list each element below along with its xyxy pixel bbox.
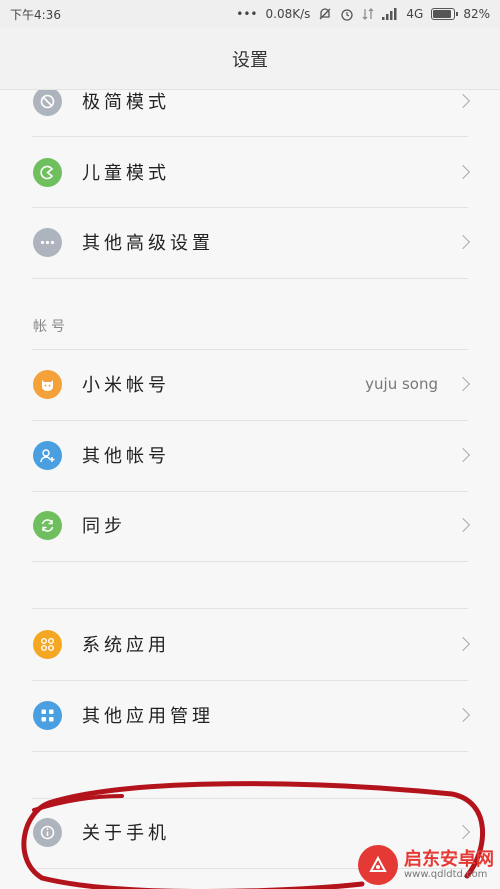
settings-item-mi-account[interactable]: 小米帐号 yuju song: [0, 349, 500, 419]
add-user-icon: [33, 440, 62, 470]
settings-list[interactable]: 极简模式 儿童模式 其他高级设置 帐号 小米帐号 yuju song 其他帐号 …: [0, 90, 500, 889]
status-bar: 下午4:36 ••• 0.08K/s 4G 82%: [0, 0, 500, 28]
chevron-right-icon: [455, 93, 471, 109]
watermark-title: 启东安卓网: [404, 848, 494, 870]
divider: [32, 561, 468, 562]
watermark-badge-icon: [358, 845, 398, 885]
settings-item-label: 其他应用管理: [82, 706, 214, 727]
alarm-icon: [340, 7, 354, 21]
battery-icon: [431, 8, 459, 20]
mi-bunny-icon: [33, 369, 62, 399]
kids-mode-icon: [33, 157, 62, 187]
divider: [32, 751, 468, 752]
mute-bell-icon: [318, 7, 332, 21]
info-icon: [33, 817, 62, 847]
settings-item-label: 极简模式: [82, 92, 170, 113]
settings-item-other-app-management[interactable]: 其他应用管理: [0, 680, 500, 750]
system-apps-icon: [33, 629, 62, 659]
more-dots-icon: •••: [236, 7, 258, 21]
watermark-url: www.qdldtd.com: [404, 869, 488, 881]
settings-item-sync[interactable]: 同步: [0, 490, 500, 560]
chevron-right-icon: [455, 447, 471, 463]
sync-icon: [33, 510, 62, 540]
settings-item-label: 其他帐号: [82, 446, 170, 467]
chevron-right-icon: [455, 234, 471, 250]
mi-account-value: yuju song: [365, 375, 438, 393]
status-icons: ••• 0.08K/s 4G 82%: [236, 7, 490, 21]
watermark-text: 启东安卓网 www.qdldtd.com: [404, 848, 494, 881]
signal-icon: [382, 8, 398, 20]
chevron-right-icon: [455, 824, 471, 840]
watermark-logo: 启东安卓网 www.qdldtd.com: [358, 845, 494, 885]
chevron-right-icon: [455, 707, 471, 723]
network-speed: 0.08K/s: [265, 7, 311, 21]
settings-item-other-accounts[interactable]: 其他帐号: [0, 420, 500, 490]
minimal-mode-icon: [33, 90, 62, 116]
chevron-right-icon: [455, 517, 471, 533]
settings-item-advanced[interactable]: 其他高级设置: [0, 207, 500, 277]
settings-item-label: 同步: [82, 516, 126, 537]
more-horizontal-icon: [33, 227, 62, 257]
settings-item-system-apps[interactable]: 系统应用: [0, 609, 500, 679]
app-grid-icon: [33, 700, 62, 730]
settings-item-label: 小米帐号: [82, 375, 170, 396]
network-type: 4G: [406, 7, 424, 21]
chevron-right-icon: [455, 164, 471, 180]
chevron-right-icon: [455, 376, 471, 392]
settings-item-label: 关于手机: [82, 823, 170, 844]
divider: [32, 278, 468, 279]
section-header-account: 帐号: [33, 319, 69, 335]
page-title: 设置: [0, 28, 500, 90]
settings-item-label: 系统应用: [82, 635, 170, 656]
data-transfer-icon: [362, 7, 374, 21]
settings-item-kids-mode[interactable]: 儿童模式: [0, 137, 500, 207]
chevron-right-icon: [455, 636, 471, 652]
settings-item-label: 儿童模式: [82, 163, 170, 184]
settings-item-minimal-mode[interactable]: 极简模式: [0, 90, 500, 136]
battery-level: 82%: [463, 7, 490, 21]
settings-item-label: 其他高级设置: [82, 233, 214, 254]
status-time: 下午4:36: [10, 7, 61, 22]
